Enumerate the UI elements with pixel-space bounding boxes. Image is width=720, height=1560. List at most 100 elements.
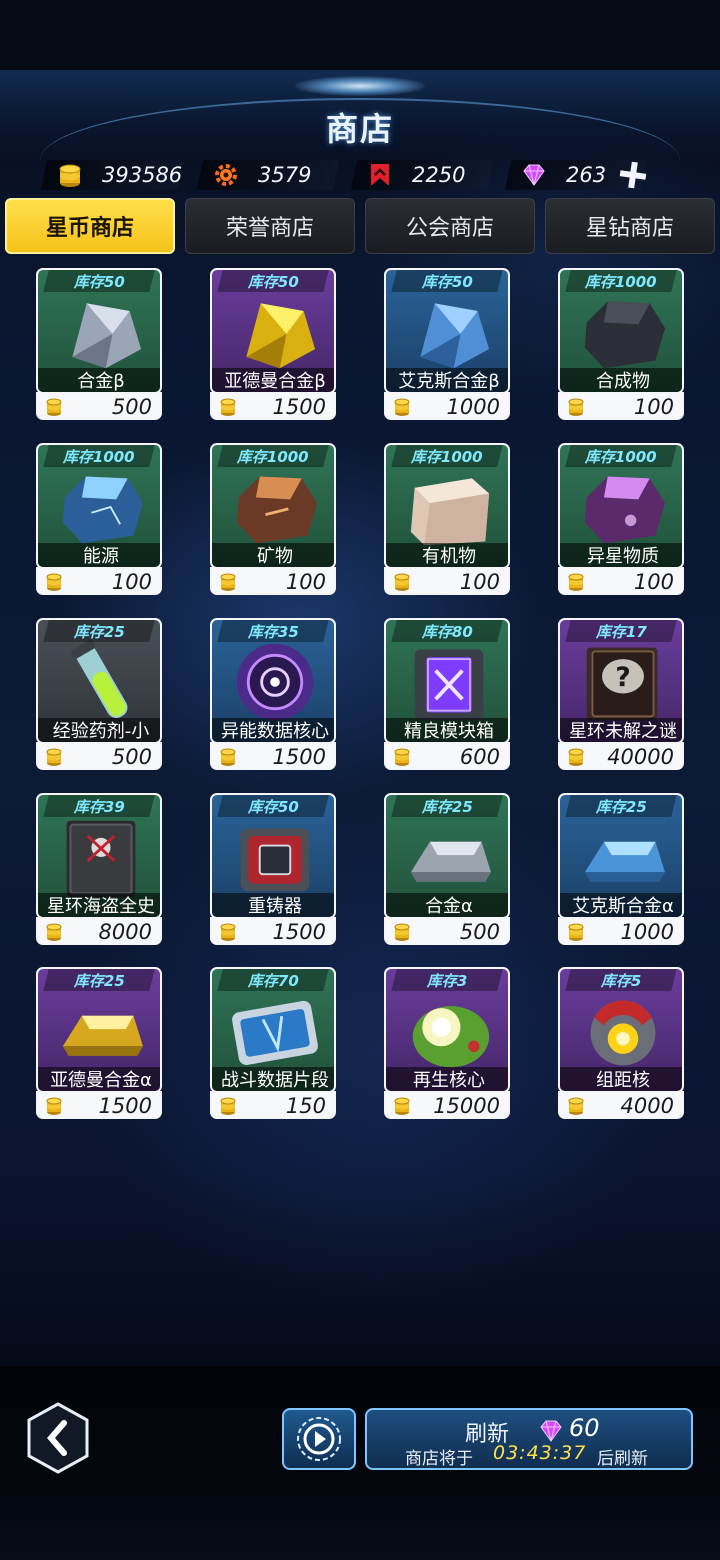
energy-rock-icon [62, 476, 143, 544]
price-row: 500 [384, 917, 510, 945]
refresh-countdown-prefix: 商店将于 [405, 1449, 473, 1469]
gold-coin-icon [568, 748, 584, 766]
item-name: 组距核 [560, 1067, 682, 1091]
shop-item-card[interactable]: 库存1000 有机物 100 [384, 443, 510, 595]
price-row: 100 [210, 567, 336, 595]
item-name: 亚德曼合金β [212, 368, 334, 392]
stock-label: 库存1000 [43, 445, 155, 467]
refresh-shop-button[interactable]: 刷新 60 商店将于 03:43:37 后刷新 [365, 1408, 693, 1470]
shop-item-card[interactable]: 库存70 战斗数据片段 150 [210, 967, 336, 1119]
dark-rock-icon [584, 301, 665, 369]
gold-coin-icon [220, 1097, 236, 1115]
stock-label: 库存50 [43, 270, 155, 292]
tab-diamond-shop[interactable]: 星钻商店 [545, 198, 715, 254]
shop-item-card[interactable]: 库存25 亚德曼合金α 1500 [36, 967, 162, 1119]
item-price: 600 [459, 745, 500, 769]
shop-item-card[interactable]: 库存80 精良模块箱 600 [384, 618, 510, 770]
item-frame: 库存1000 异星物质 [558, 443, 684, 569]
back-button[interactable] [25, 1401, 91, 1475]
item-name: 合金α [386, 893, 508, 917]
item-frame: 库存50 亚德曼合金β [210, 268, 336, 394]
tab-star-coin-shop[interactable]: 星币商店 [5, 198, 175, 254]
price-row: 1500 [210, 742, 336, 770]
item-price: 4000 [620, 1094, 674, 1118]
price-row: 500 [36, 742, 162, 770]
mystery-book-icon: ? [586, 647, 658, 721]
gold-coin-icon [220, 748, 236, 766]
shop-item-card[interactable]: 库存50 重铸器 1500 [210, 793, 336, 945]
shop-item-card[interactable]: 库存1000 矿物 100 [210, 443, 336, 595]
shop-item-card[interactable]: 库存50 亚德曼合金β 1500 [210, 268, 336, 420]
module-box-icon [414, 649, 484, 721]
item-frame: 库存25 亚德曼合金α [36, 967, 162, 1093]
item-price: 15000 [433, 1094, 500, 1118]
shop-item-card[interactable]: 库存50 艾克斯合金β 1000 [384, 268, 510, 420]
shop-item-card[interactable]: 库存25 经验药剂-小 500 [36, 618, 162, 770]
shop-item-card[interactable]: 库存1000 合成物 100 [558, 268, 684, 420]
shop-item-card[interactable]: 库存5 组距核 4000 [558, 967, 684, 1119]
stock-label: 库存70 [217, 969, 329, 991]
price-row: 1000 [558, 917, 684, 945]
currency-diamond: 263 [504, 156, 648, 194]
shop-item-card[interactable]: 库存25 艾克斯合金α 1000 [558, 793, 684, 945]
price-row: 4000 [558, 1091, 684, 1119]
item-price: 40000 [607, 745, 674, 769]
price-row: 1500 [210, 392, 336, 420]
item-name: 矿物 [212, 543, 334, 567]
stock-label: 库存50 [391, 270, 503, 292]
add-diamond-plus-icon[interactable] [618, 160, 648, 190]
item-price: 500 [111, 395, 152, 419]
stock-label: 库存50 [217, 270, 329, 292]
price-row: 150 [210, 1091, 336, 1119]
blue-ingot-icon [584, 841, 665, 882]
gold-coin-icon [568, 1097, 584, 1115]
gold-coin-icon [220, 573, 236, 591]
shop-item-card[interactable]: 库存1000 异星物质 100 [558, 443, 684, 595]
item-name: 战斗数据片段 [212, 1067, 334, 1091]
gold-crystal-icon [246, 303, 316, 369]
silver-ingot-icon [410, 841, 491, 882]
shop-item-card[interactable]: 库存25 合金α 500 [384, 793, 510, 945]
price-row: 100 [558, 392, 684, 420]
item-price: 1500 [272, 920, 326, 944]
video-play-icon [297, 1417, 341, 1461]
alien-rock-icon [584, 476, 665, 544]
item-name: 经验药剂-小 [38, 718, 160, 742]
gold-coin-icon [220, 398, 236, 416]
item-frame: 库存1000 合成物 [558, 268, 684, 394]
item-frame: 库存35 异能数据核心 [210, 618, 336, 744]
currency-honor: 3579 [196, 156, 340, 194]
tab-honor-shop[interactable]: 荣誉商店 [185, 198, 355, 254]
stock-label: 库存1000 [391, 445, 503, 467]
item-price: 8000 [98, 920, 152, 944]
item-price: 100 [633, 570, 674, 594]
item-frame: 库存5 组距核 [558, 967, 684, 1093]
watch-ad-button[interactable] [282, 1408, 356, 1470]
blue-crystal-icon [420, 303, 490, 369]
item-frame: 库存25 经验药剂-小 [36, 618, 162, 744]
stock-label: 库存39 [43, 795, 155, 817]
tab-guild-shop[interactable]: 公会商店 [365, 198, 535, 254]
shop-item-card[interactable]: 库存1000 能源 100 [36, 443, 162, 595]
gold-coin-icon [46, 1097, 62, 1115]
item-name: 星环海盗全史 [38, 893, 160, 917]
item-name: 艾克斯合金β [386, 368, 508, 392]
price-row: 500 [36, 392, 162, 420]
gold-amount: 393586 [102, 163, 183, 187]
shop-item-card[interactable]: ? 库存17 星环未解之谜 40000 [558, 618, 684, 770]
shop-item-card[interactable]: 库存3 再生核心 15000 [384, 967, 510, 1119]
pirate-book-icon [66, 820, 136, 898]
currency-gold: 393586 [40, 156, 184, 194]
shop-item-card[interactable]: 库存39 星环海盗全史 8000 [36, 793, 162, 945]
price-row: 600 [384, 742, 510, 770]
price-row: 1500 [36, 1091, 162, 1119]
organic-cube-icon [410, 478, 490, 546]
shop-item-card[interactable]: 库存50 合金β 500 [36, 268, 162, 420]
gold-coin-icon [46, 398, 62, 416]
item-frame: ? 库存17 星环未解之谜 [558, 618, 684, 744]
price-row: 100 [36, 567, 162, 595]
range-core-icon [590, 1000, 656, 1066]
item-price: 500 [111, 745, 152, 769]
shop-item-card[interactable]: 库存35 异能数据核心 1500 [210, 618, 336, 770]
item-name: 星环未解之谜 [560, 718, 682, 742]
